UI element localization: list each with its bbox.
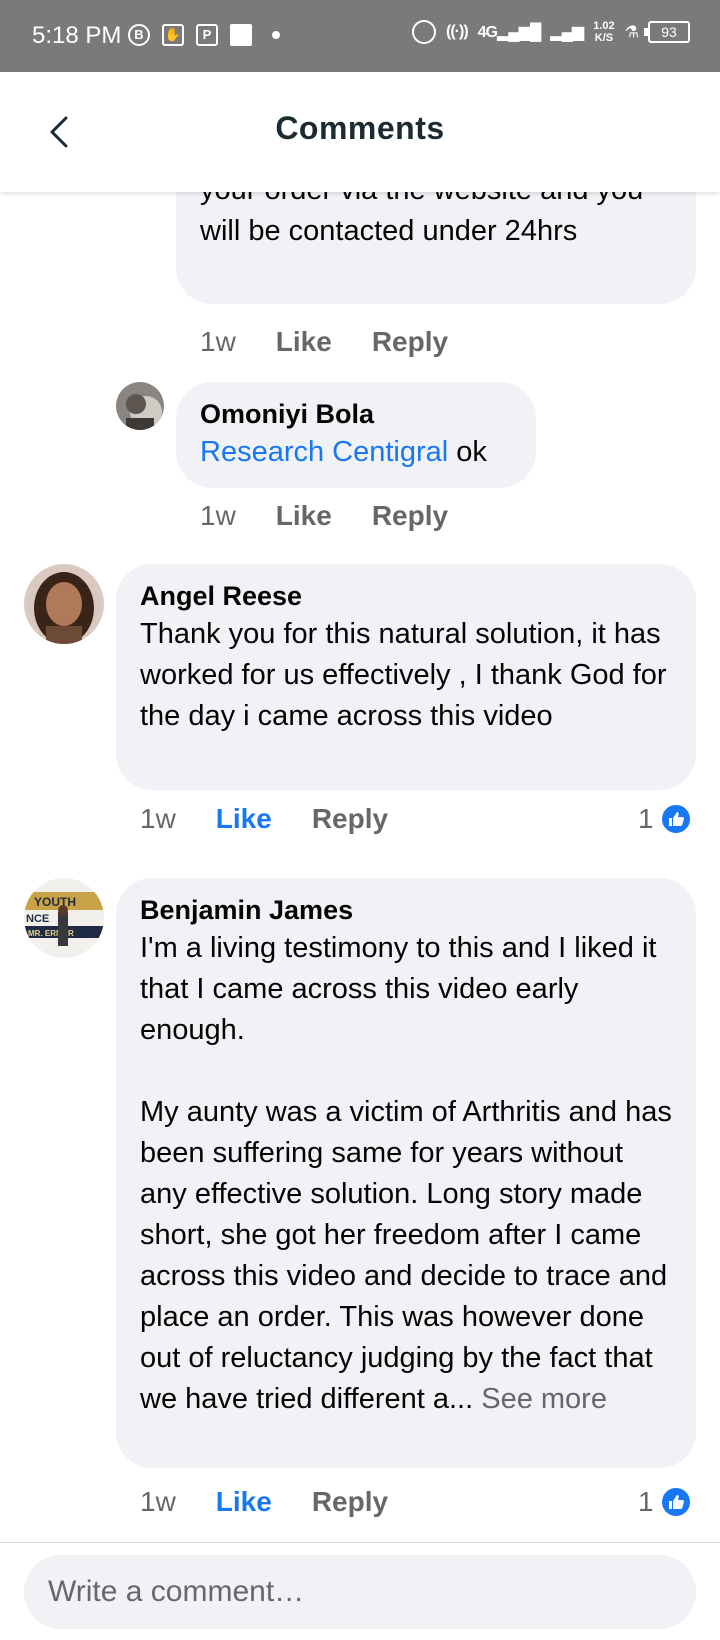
lab-icon: ⚗ (624, 24, 639, 41)
dot-icon (272, 31, 280, 39)
speed-value: 1.02 (593, 20, 615, 32)
status-bar: 5:18 PM B ✋ P ((·)) 4G▂▄▆█ ▂▄▆ 1.02 K/S ⚗… (0, 0, 720, 72)
network-speed: 1.02 K/S (593, 20, 614, 44)
square-icon (230, 24, 252, 46)
thumbs-up-icon (659, 1486, 692, 1518)
comment-text: ok (448, 436, 487, 468)
system-icons: ((·)) 4G▂▄▆█ ▂▄▆ 1.02 K/S ⚗ 93 (412, 20, 690, 44)
hand-icon: ✋ (162, 24, 184, 46)
reaction-number: 1 (638, 1486, 654, 1517)
comment-time: 1w (140, 1486, 176, 1517)
avatar-image (24, 564, 104, 644)
see-more-link[interactable]: See more (481, 1383, 607, 1415)
avatar-image (116, 382, 164, 430)
alarm-icon (412, 20, 437, 44)
comment-actions: 1w Like Reply (140, 799, 428, 839)
signal-icon: ▂▄▆ (550, 24, 584, 41)
signal-icon: 4G▂▄▆█ (477, 24, 542, 41)
comment-bubble[interactable]: Angel Reese Thank you for this natural s… (116, 564, 696, 790)
comment-actions: 1w Like Reply (200, 322, 488, 362)
comment-bubble[interactable]: Omoniyi Bola Research Centigral ok (176, 382, 536, 488)
comment-author[interactable]: Omoniyi Bola (200, 396, 512, 432)
comment-bubble[interactable]: Benjamin James I'm a living testimony to… (116, 878, 696, 1468)
reply-button[interactable]: Reply (372, 326, 448, 358)
mention-link[interactable]: Research Centigral (200, 436, 448, 468)
comment-text: Thank you for this natural solution, it … (140, 618, 667, 732)
comment-input[interactable] (24, 1555, 696, 1629)
b-icon: B (128, 24, 150, 46)
comment-bubble[interactable]: your order via the website and you will … (176, 192, 696, 304)
comment-text: I'm a living testimony to this and I lik… (140, 932, 657, 1046)
page-title: Comments (275, 110, 445, 146)
avatar[interactable] (24, 564, 104, 644)
reply-button[interactable]: Reply (372, 500, 448, 532)
comment-author[interactable]: Benjamin James (140, 892, 672, 928)
like-button[interactable]: Like (276, 326, 332, 358)
avatar[interactable] (116, 382, 164, 430)
reaction-number: 1 (638, 803, 654, 834)
reaction-count[interactable]: 1 (638, 1482, 692, 1522)
network-type: 4G (477, 24, 498, 41)
avatar-label: YOUTH (34, 895, 76, 909)
comments-list[interactable]: your order via the website and you will … (0, 192, 720, 1542)
thumbs-up-icon (659, 803, 692, 835)
like-button[interactable]: Like (276, 500, 332, 532)
reply-button[interactable]: Reply (312, 803, 388, 835)
comment-time: 1w (140, 803, 176, 834)
comment-actions: 1w Like Reply (200, 496, 488, 536)
avatar[interactable]: YOUTH NCE MR. ERNOR (24, 878, 104, 958)
notification-icons: B ✋ P (128, 24, 280, 46)
status-time: 5:18 PM (32, 22, 122, 49)
avatar-label: NCE (26, 913, 49, 925)
reply-button[interactable]: Reply (312, 1486, 388, 1518)
comment-actions: 1w Like Reply (140, 1482, 428, 1522)
comment-composer (0, 1542, 720, 1640)
comment-time: 1w (200, 500, 236, 531)
like-button[interactable]: Like (216, 1486, 272, 1518)
comment-author[interactable]: Angel Reese (140, 578, 672, 614)
comment-time: 1w (200, 326, 236, 357)
comment-text: your order via the website and you will … (200, 192, 643, 247)
like-button[interactable]: Like (216, 803, 272, 835)
header: Comments (0, 72, 720, 192)
comment-text: My aunty was a victim of Arthritis and h… (140, 1096, 672, 1415)
speed-unit: K/S (594, 32, 614, 44)
avatar-image: YOUTH NCE MR. ERNOR (24, 878, 104, 958)
p-icon: P (196, 24, 218, 46)
battery-icon: 93 (644, 21, 690, 43)
hotspot-icon: ((·)) (446, 23, 469, 40)
reaction-count[interactable]: 1 (638, 799, 692, 839)
battery-level: 93 (661, 24, 677, 40)
